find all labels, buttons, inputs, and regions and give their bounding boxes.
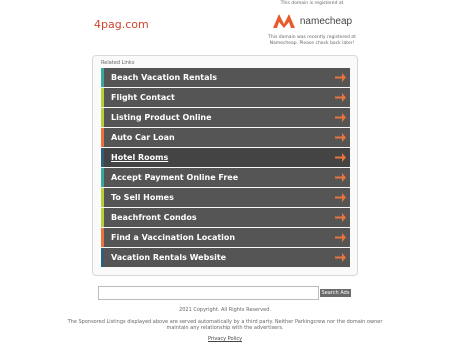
- related-link[interactable]: To Sell Homes: [101, 188, 350, 207]
- related-link[interactable]: Beachfront Condos: [101, 208, 350, 227]
- arrow-right-icon: [335, 233, 346, 242]
- related-links-list: Beach Vacation Rentals Flight Contact Li…: [101, 68, 350, 268]
- link-stripe: [101, 108, 104, 127]
- link-stripe: [101, 88, 104, 107]
- related-link[interactable]: Vacation Rentals Website: [101, 248, 350, 267]
- arrow-right-icon: [335, 93, 346, 102]
- link-stripe: [101, 168, 104, 187]
- link-label: Hotel Rooms: [111, 153, 169, 162]
- domain-title: 4pag.com: [94, 18, 149, 31]
- related-link[interactable]: Accept Payment Online Free: [101, 168, 350, 187]
- arrow-right-icon: [335, 253, 346, 262]
- related-link[interactable]: Listing Product Online: [101, 108, 350, 127]
- arrow-right-icon: [335, 193, 346, 202]
- related-link[interactable]: Beach Vacation Rentals: [101, 68, 350, 87]
- link-label: Beachfront Condos: [111, 213, 197, 222]
- arrow-right-icon: [335, 133, 346, 142]
- link-label: Accept Payment Online Free: [111, 173, 239, 182]
- arrow-right-icon: [335, 213, 346, 222]
- link-stripe: [101, 188, 104, 207]
- link-label: Flight Contact: [111, 93, 175, 102]
- link-stripe: [101, 208, 104, 227]
- registrar-note: This domain is registered at: [280, 1, 344, 6]
- arrow-right-icon: [335, 73, 346, 82]
- related-link[interactable]: Flight Contact: [101, 88, 350, 107]
- link-label: Listing Product Online: [111, 113, 212, 122]
- search-bar: Search Ads: [98, 286, 351, 300]
- link-label: Auto Car Loan: [111, 133, 175, 142]
- link-label: To Sell Homes: [111, 193, 174, 202]
- arrow-right-icon: [335, 113, 346, 122]
- link-label: Vacation Rentals Website: [111, 253, 227, 262]
- privacy-policy-link[interactable]: Privacy Policy: [0, 336, 450, 342]
- link-stripe: [101, 148, 104, 167]
- registrar-info: This domain is registered at namecheap T…: [262, 1, 362, 46]
- link-stripe: [101, 68, 104, 87]
- namecheap-logo[interactable]: namecheap: [262, 10, 362, 32]
- related-link[interactable]: Auto Car Loan: [101, 128, 350, 147]
- related-links-panel: Related Links Beach Vacation Rentals Fli…: [92, 55, 358, 276]
- related-link[interactable]: Find a Vaccination Location: [101, 228, 350, 247]
- link-label: Find a Vaccination Location: [111, 233, 236, 242]
- link-label: Beach Vacation Rentals: [111, 73, 217, 82]
- copyright-text: 2021 Copyright. All Rights Reserved.: [179, 307, 271, 313]
- search-input[interactable]: [98, 286, 319, 300]
- arrow-right-icon: [335, 173, 346, 182]
- search-ads-button[interactable]: Search Ads: [320, 289, 351, 297]
- related-link[interactable]: Hotel Rooms: [101, 148, 350, 167]
- namecheap-brand: namecheap: [299, 15, 353, 27]
- link-stripe: [101, 228, 104, 247]
- namecheap-logo-icon: [272, 14, 295, 28]
- link-stripe: [101, 248, 104, 267]
- registrar-subnote: This domain was recently registered at N…: [268, 35, 356, 46]
- related-links-heading: Related Links: [101, 60, 135, 66]
- link-stripe: [101, 128, 104, 147]
- disclaimer-text: The Sponsored Listings displayed above a…: [67, 319, 383, 331]
- arrow-right-icon: [335, 153, 346, 162]
